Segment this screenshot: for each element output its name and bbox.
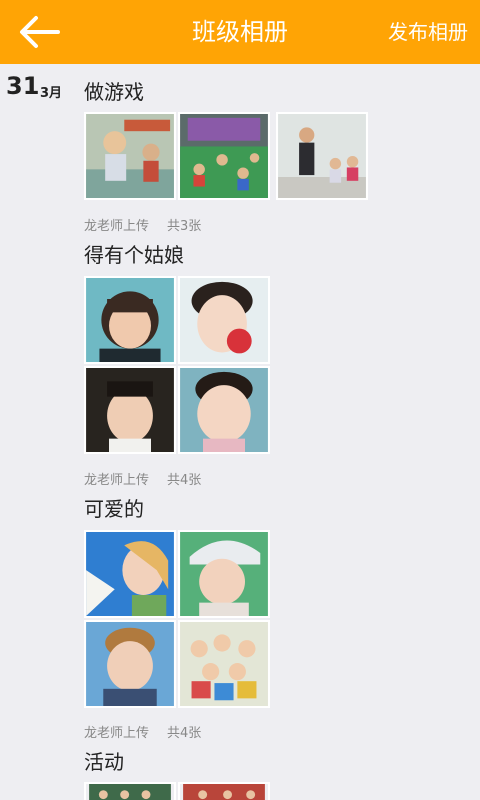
- album-photo[interactable]: [178, 366, 270, 454]
- album-meta: 龙老师上传 共3张: [84, 215, 219, 234]
- album-title[interactable]: 得有个姑娘: [84, 239, 184, 268]
- album-photo[interactable]: [178, 276, 270, 364]
- photo-image: [183, 784, 265, 800]
- photo-image: [180, 368, 268, 452]
- uploader-label: 龙老师上传: [84, 726, 150, 741]
- album-photo[interactable]: [84, 276, 176, 364]
- album-photo[interactable]: [178, 620, 270, 708]
- album-title[interactable]: 活动: [84, 746, 124, 775]
- photo-image: [86, 278, 174, 362]
- top-bar: 班级相册 发布相册: [0, 0, 480, 64]
- date-day: 31: [6, 72, 40, 100]
- photo-image: [180, 114, 268, 198]
- uploader-label: 龙老师上传: [84, 473, 150, 488]
- photo-image: [86, 622, 174, 706]
- photo-image: [86, 368, 174, 452]
- publish-album-button[interactable]: 发布相册: [388, 0, 468, 64]
- album-photo[interactable]: [84, 620, 176, 708]
- uploader-label: 龙老师上传: [84, 219, 150, 234]
- album-title[interactable]: 做游戏: [84, 76, 144, 105]
- date-label: 31 3月: [6, 72, 76, 106]
- photo-image: [180, 622, 268, 706]
- album-photo[interactable]: [84, 782, 176, 800]
- photo-image: [180, 278, 268, 362]
- album-photo[interactable]: [178, 782, 270, 800]
- album-photo[interactable]: [84, 366, 176, 454]
- photo-count: 共4张: [167, 473, 202, 488]
- photo-image: [89, 784, 171, 800]
- photo-image: [278, 114, 366, 198]
- album-meta: 龙老师上传 共4张: [84, 469, 219, 488]
- album-photo[interactable]: [178, 530, 270, 618]
- photo-count: 共4张: [167, 726, 202, 741]
- photo-image: [86, 532, 174, 616]
- album-photo[interactable]: [84, 112, 176, 200]
- album-meta: 龙老师上传 共4张: [84, 722, 219, 741]
- photo-image: [180, 532, 268, 616]
- album-title[interactable]: 可爱的: [84, 493, 144, 522]
- photo-image: [86, 114, 174, 198]
- date-month: 3月: [40, 86, 63, 101]
- photo-count: 共3张: [167, 219, 202, 234]
- album-photo[interactable]: [276, 112, 368, 200]
- album-photo[interactable]: [178, 112, 270, 200]
- album-photo[interactable]: [84, 530, 176, 618]
